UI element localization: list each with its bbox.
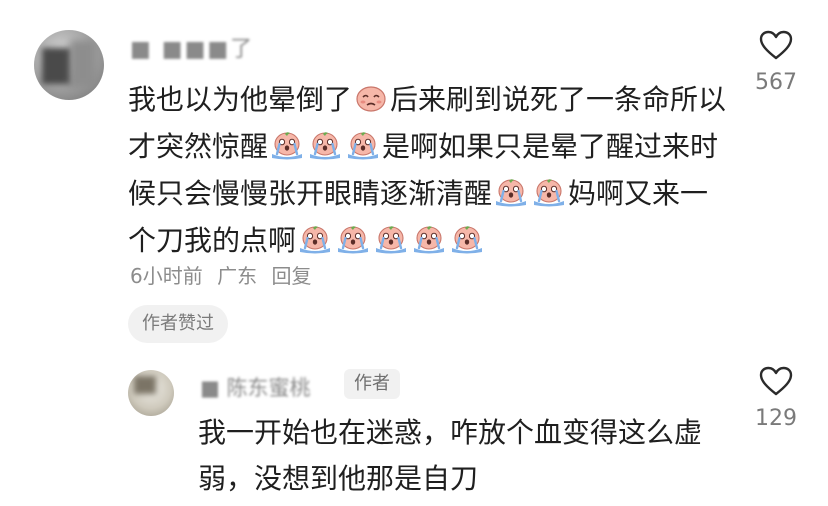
comment-username[interactable]: ■ ■■■了 [130, 31, 254, 63]
reply-username[interactable]: ■ 陈东蜜桃 [200, 372, 311, 402]
crying-face-emoji [348, 132, 379, 160]
crying-face-emoji [496, 179, 527, 207]
avatar-blur-right [70, 40, 96, 88]
author-tag: 作者 [344, 369, 400, 399]
sad-face-emoji [356, 86, 386, 112]
comment-time: 6小时前 [130, 264, 203, 288]
heart-outline-icon[interactable] [759, 30, 793, 60]
crying-face-emoji [414, 226, 445, 254]
reply-avatar[interactable] [128, 370, 174, 416]
crying-face-emoji [338, 226, 369, 254]
reply-button[interactable]: 回复 [271, 264, 311, 288]
like-count: 567 [755, 70, 797, 95]
heart-outline-icon[interactable] [759, 366, 793, 396]
comment-text: 我也以为他晕倒了 后来刷到说死了一条命所以才突然惊醒 是啊如果只是晕了醒过来时候只会… [128, 76, 728, 264]
avatar-blur [134, 376, 156, 394]
reply-like-button[interactable]: 129 [747, 366, 805, 431]
reply-text: 我一开始也在迷惑，咋放个血变得这么虚弱，没想到他那是自刀 [198, 416, 703, 495]
crying-face-emoji [376, 226, 407, 254]
crying-face-emoji [534, 179, 565, 207]
author-liked-badge: 作者赞过 [128, 305, 228, 343]
like-button[interactable]: 567 [747, 30, 805, 95]
crying-face-emoji [452, 226, 483, 254]
reply-like-count: 129 [755, 406, 797, 431]
crying-face-emoji [300, 226, 331, 254]
comment-location: 广东 [217, 264, 258, 288]
crying-face-emoji [310, 132, 341, 160]
crying-face-emoji [272, 132, 303, 160]
avatar[interactable] [34, 30, 104, 100]
comment-meta: 6小时前 广东 回复 [130, 260, 319, 289]
comment-text-segment: 我也以为他晕倒了 [128, 83, 353, 116]
avatar-blur-left [42, 48, 72, 84]
